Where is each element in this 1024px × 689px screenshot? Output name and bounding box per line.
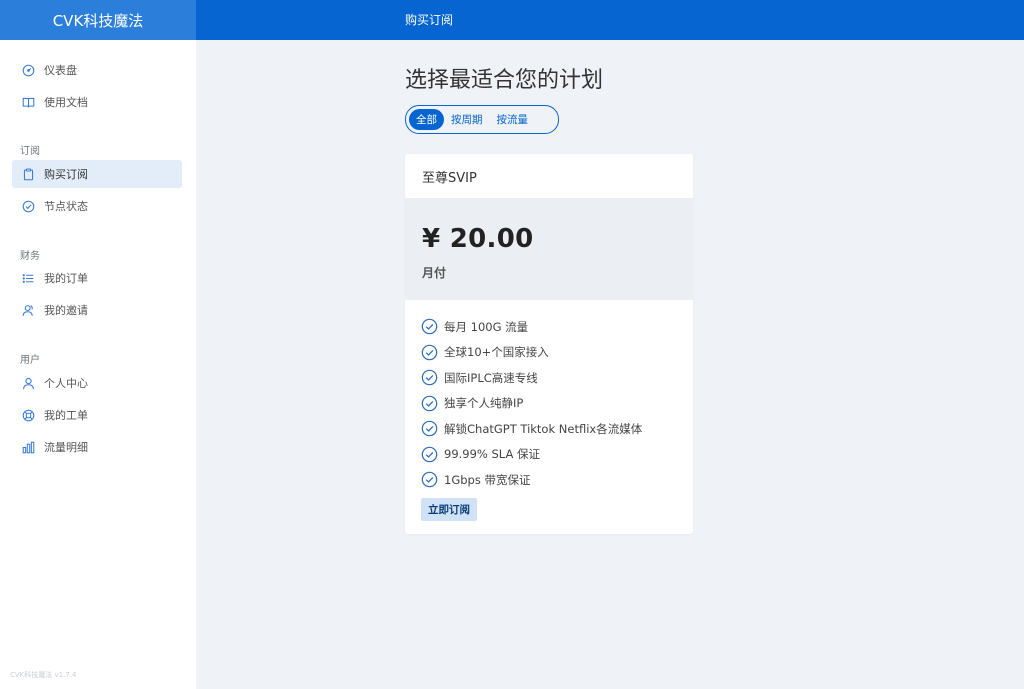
feature-item: 国际IPLC高速专线	[421, 365, 693, 391]
filter-by-traffic-button[interactable]: 按流量	[490, 109, 536, 130]
section-subscription: 订阅	[20, 146, 40, 157]
feature-label: 99.99% SLA 保证	[444, 447, 540, 462]
sidebar-item-buy-subscription[interactable]: 购买订阅	[12, 160, 182, 188]
plan-price-block: ¥ 20.00 月付	[405, 198, 693, 300]
sidebar-item-my-orders[interactable]: 我的订单	[12, 264, 182, 292]
plan-filter-group: 全部 按周期 按流量	[405, 105, 559, 134]
support-icon	[22, 409, 35, 421]
plan-card: 至尊SVIP ¥ 20.00 月付 每月 100G 流量 全球10+个国家接入 …	[405, 154, 693, 534]
sidebar-item-label: 个人中心	[44, 377, 88, 390]
plan-price: ¥ 20.00	[422, 224, 534, 254]
sidebar-item-my-tickets[interactable]: 我的工单	[12, 401, 182, 429]
feature-label: 解锁ChatGPT Tiktok Netflix各流媒体	[444, 421, 643, 436]
header-page-title: 购买订阅	[405, 13, 454, 27]
dashboard-icon	[22, 64, 35, 76]
app-version: CVK科技魔法 v1.7.4	[10, 671, 77, 679]
sidebar-item-label: 我的订单	[44, 272, 88, 285]
subscribe-button[interactable]: 立即订阅	[421, 498, 477, 521]
sidebar-item-label: 我的工单	[44, 409, 88, 422]
feature-item: 独享个人纯静IP	[421, 391, 693, 417]
sidebar-item-traffic-details[interactable]: 流量明细	[12, 433, 182, 461]
check-circle-icon	[421, 446, 438, 463]
check-circle-icon	[421, 420, 438, 437]
feature-label: 国际IPLC高速专线	[444, 370, 538, 385]
check-circle-icon	[421, 395, 438, 412]
feature-item: 99.99% SLA 保证	[421, 442, 693, 468]
feature-label: 每月 100G 流量	[444, 319, 529, 334]
check-circle-icon	[421, 471, 438, 488]
sidebar-item-label: 我的邀请	[44, 304, 88, 317]
feature-label: 1Gbps 带宽保证	[444, 472, 531, 487]
sidebar-item-label: 节点状态	[44, 200, 88, 213]
section-finance: 财务	[20, 251, 40, 262]
check-circle-icon	[421, 369, 438, 386]
list-icon	[22, 273, 34, 283]
plan-features: 每月 100G 流量 全球10+个国家接入 国际IPLC高速专线 独享个人纯静I…	[405, 300, 693, 493]
sidebar-item-my-invites[interactable]: 我的邀请	[12, 296, 182, 324]
bar-chart-icon	[22, 441, 35, 453]
users-icon	[22, 304, 33, 316]
sidebar-item-label: 使用文档	[44, 96, 88, 109]
sidebar: 仪表盘 使用文档 订阅 购买订阅 节点状态 财务 我的订单 我的邀请 用户 个人…	[0, 40, 196, 689]
plan-name: 至尊SVIP	[422, 170, 477, 186]
page-title: 选择最适合您的计划	[405, 68, 604, 93]
clipboard-icon	[23, 168, 34, 180]
brand-logo[interactable]: CVK科技魔法	[0, 0, 196, 40]
feature-item: 1Gbps 带宽保证	[421, 467, 693, 493]
feature-label: 独享个人纯静IP	[444, 396, 524, 411]
sidebar-item-docs[interactable]: 使用文档	[12, 88, 182, 116]
plan-period: 月付	[422, 266, 447, 280]
feature-label: 全球10+个国家接入	[444, 345, 549, 360]
check-circle-icon	[22, 200, 35, 212]
sidebar-item-label: 购买订阅	[44, 168, 88, 181]
user-icon	[23, 377, 34, 389]
top-bar: CVK科技魔法 购买订阅	[0, 0, 1024, 40]
check-circle-icon	[421, 318, 438, 335]
check-circle-icon	[421, 344, 438, 361]
sidebar-item-label: 流量明细	[44, 441, 88, 454]
filter-by-period-button[interactable]: 按周期	[444, 109, 490, 130]
feature-item: 全球10+个国家接入	[421, 340, 693, 366]
sidebar-item-node-status[interactable]: 节点状态	[12, 192, 182, 220]
sidebar-item-profile[interactable]: 个人中心	[12, 369, 182, 397]
sidebar-item-dashboard[interactable]: 仪表盘	[12, 56, 182, 84]
section-user: 用户	[20, 355, 40, 366]
filter-all-button[interactable]: 全部	[409, 109, 444, 130]
feature-item: 解锁ChatGPT Tiktok Netflix各流媒体	[421, 416, 693, 442]
book-icon	[22, 97, 35, 107]
sidebar-item-label: 仪表盘	[44, 64, 77, 77]
feature-item: 每月 100G 流量	[421, 314, 693, 340]
